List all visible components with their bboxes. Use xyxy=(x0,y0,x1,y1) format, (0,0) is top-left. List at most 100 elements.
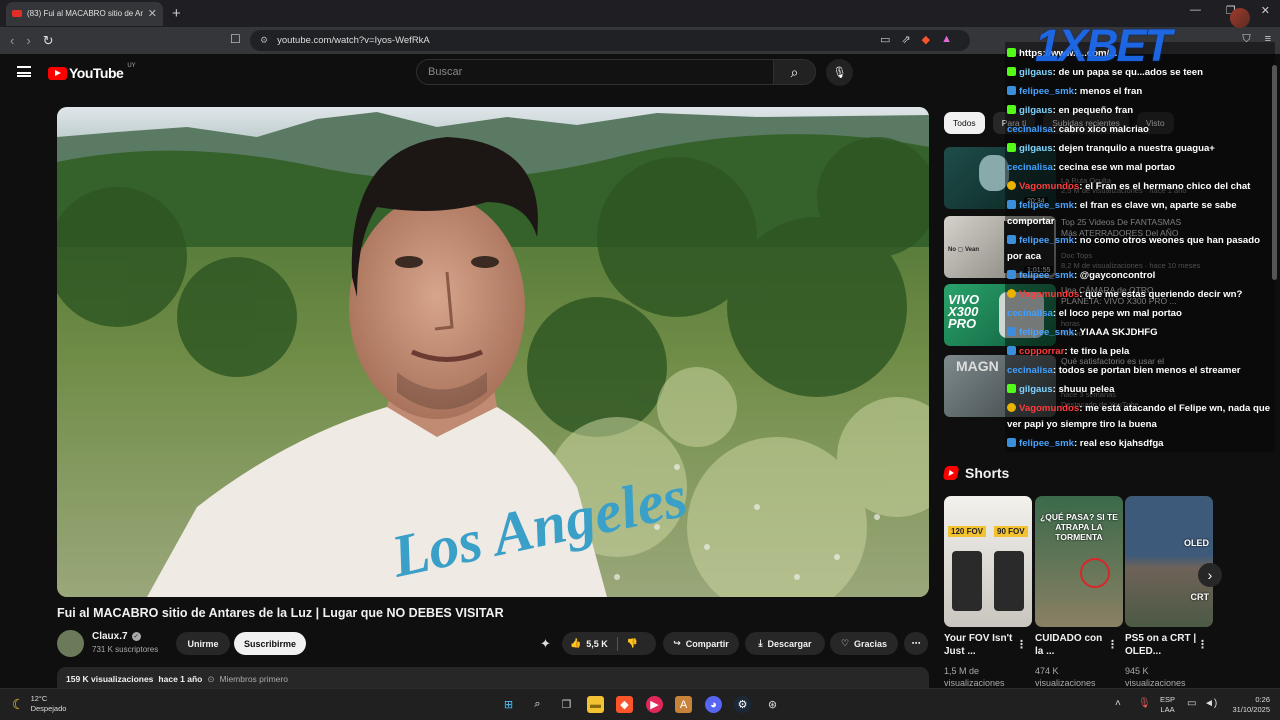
chat-message: gilgaus: shuuu pelea xyxy=(1007,382,1275,398)
subscriber-count: 731 K suscriptores xyxy=(92,645,159,654)
back-icon[interactable]: ‹ xyxy=(10,33,14,49)
more-options-icon[interactable]: ⋮ xyxy=(1197,638,1208,651)
chat-text: : el loco pepe wn mal portao xyxy=(1052,308,1182,319)
shorts-title: Shorts xyxy=(965,465,1010,481)
short-thumbnail[interactable]: OLED CRT xyxy=(1125,496,1213,627)
short-title[interactable]: Your FOV Isn't Just ... xyxy=(944,632,1019,658)
shorts-next-button[interactable]: › xyxy=(1198,563,1222,587)
forward-icon[interactable]: › xyxy=(26,33,30,49)
weather-widget[interactable]: ☾ 12°C Despejado xyxy=(12,694,66,714)
extensions: ▭ ⇗ ◆ ▲ xyxy=(880,33,952,46)
user-avatar[interactable] xyxy=(1230,8,1250,28)
share-button[interactable]: ↪ Compartir xyxy=(663,632,739,655)
twitch-platform-icon xyxy=(1007,327,1016,336)
ai-ask-icon[interactable]: ✦ xyxy=(540,636,551,652)
reload-icon[interactable]: ↻ xyxy=(43,33,54,49)
divider xyxy=(616,636,618,651)
dislike-icon[interactable]: 👎 xyxy=(627,638,638,649)
chat-username: gilgaus xyxy=(1019,384,1053,395)
cast-icon[interactable]: ▭ xyxy=(880,33,890,46)
site-info-icon[interactable]: ⚙ xyxy=(260,35,268,46)
chip-todos[interactable]: Todos xyxy=(944,112,985,134)
chat-username: felipee_smk xyxy=(1019,200,1074,211)
subscribe-button[interactable]: Suscribirme xyxy=(234,632,306,655)
share-label: Compartir xyxy=(685,638,729,649)
search-icon[interactable]: ⌕ xyxy=(529,696,546,713)
search-input[interactable]: Buscar xyxy=(416,59,774,85)
chat-message: felipee_smk: @gayconcontrol xyxy=(1007,268,1275,284)
brave-browser-icon[interactable]: ◆ xyxy=(616,696,633,713)
short-thumbnail[interactable]: 120 FOV 90 FOV xyxy=(944,496,1032,627)
browser-tab[interactable]: (83) Fui al MACABRO sitio de An ✕ xyxy=(6,1,163,26)
weather-text: Despejado xyxy=(30,704,67,713)
chat-message: felipee_smk: menos el fran xyxy=(1007,84,1275,100)
more-actions-button[interactable]: ⋯ xyxy=(904,632,928,655)
shorts-icon xyxy=(942,466,960,480)
menu-hamburger-icon[interactable] xyxy=(17,66,31,77)
kick-platform-icon xyxy=(1007,143,1016,152)
volume-icon[interactable]: ◄) xyxy=(1204,698,1217,709)
chat-message: cecinalisa: cecina ese wn mal portao xyxy=(1007,160,1275,176)
thumb-label: MAGN xyxy=(956,358,999,374)
task-view-icon[interactable]: ❐ xyxy=(558,696,575,713)
youtube-favicon-icon xyxy=(12,10,22,17)
download-button[interactable]: ⤓ Descargar xyxy=(745,632,825,655)
chat-username: cecinalisa xyxy=(1007,124,1053,135)
clock[interactable]: 0:26 31/10/2025 xyxy=(1226,695,1270,715)
file-explorer-icon[interactable]: ▬ xyxy=(587,696,604,713)
chat-message: gilgaus: en pequeño fran xyxy=(1007,103,1275,119)
short-views-count: 474 K xyxy=(1035,666,1059,676)
voice-search-button[interactable]: 🎙 xyxy=(826,59,853,86)
media-player-icon[interactable]: ▶ xyxy=(646,696,663,713)
join-button[interactable]: Unirme xyxy=(176,632,230,655)
download-label: Descargar xyxy=(767,638,812,649)
chat-username: gilgaus xyxy=(1019,105,1053,116)
brave-shield-icon[interactable]: ◆ xyxy=(922,33,930,46)
more-options-icon[interactable]: ⋮ xyxy=(1016,638,1027,651)
short-title[interactable]: PS5 on a CRT | OLED... xyxy=(1125,632,1200,658)
tray-chevron-icon[interactable]: ˄ xyxy=(1115,698,1121,709)
thanks-button[interactable]: ♡ Gracias xyxy=(830,632,898,655)
discord-icon[interactable]: ◕ xyxy=(705,696,722,713)
short-views-count: 1,5 M de xyxy=(944,666,980,676)
video-frame: Los Angeles xyxy=(57,107,929,597)
start-icon[interactable]: ⊞ xyxy=(500,696,517,713)
short-title[interactable]: CUIDADO con la ... xyxy=(1035,632,1110,658)
network-icon[interactable]: ▭ xyxy=(1187,698,1196,709)
kick-platform-icon xyxy=(1007,48,1016,57)
chat-username: copporrar xyxy=(1019,346,1065,357)
channel-name[interactable]: Claux.7 ✓ xyxy=(92,631,141,642)
chat-username: cecinalisa xyxy=(1007,365,1053,376)
close-window-icon[interactable]: ✕ xyxy=(1261,4,1270,17)
app-a-icon[interactable]: A xyxy=(675,696,692,713)
more-options-icon[interactable]: ⋮ xyxy=(1107,638,1118,651)
youtube-play-icon xyxy=(48,66,67,80)
chat-message: Vagomundos: el Fran es el hermano chico … xyxy=(1007,179,1275,195)
language-indicator[interactable]: ESP LAA xyxy=(1160,695,1175,715)
moon-icon: ☾ xyxy=(12,695,25,712)
new-tab-button[interactable]: + xyxy=(172,5,181,22)
search-button[interactable]: ⌕ xyxy=(773,59,816,85)
sidebar-scrollbar[interactable] xyxy=(1272,65,1277,280)
kick-platform-icon xyxy=(1007,67,1016,76)
share-icon[interactable]: ⇗ xyxy=(901,33,910,46)
short-views: 945 Kvisualizaciones xyxy=(1125,665,1186,689)
short-views: 474 Kvisualizaciones xyxy=(1035,665,1096,689)
rewards-icon[interactable]: ▲ xyxy=(941,33,952,46)
video-player[interactable]: Los Angeles xyxy=(57,107,929,597)
short-thumbnail[interactable]: ¿QUÉ PASA? SI TE ATRAPA LA TORMENTA xyxy=(1035,496,1123,627)
chat-text: : @gayconcontrol xyxy=(1073,270,1156,281)
like-icon[interactable]: 👍 xyxy=(570,638,581,649)
like-count[interactable]: 5,5 K xyxy=(586,639,608,649)
microphone-tray-icon[interactable]: 🎙 xyxy=(1138,698,1151,709)
address-bar[interactable]: ⚙ youtube.com/watch?v=Iyos-WefRkA xyxy=(250,30,970,51)
app-network-icon[interactable]: ⊛ xyxy=(764,696,781,713)
minimize-icon[interactable]: — xyxy=(1190,4,1201,17)
chat-message: felipee_smk: el fran es clave wn, aparte… xyxy=(1007,198,1275,230)
bookmark-icon[interactable]: ☐ xyxy=(230,32,241,46)
thumb-label: No ▢ Vean xyxy=(948,247,980,253)
steam-icon[interactable]: ⚙ xyxy=(734,696,751,713)
channel-avatar[interactable] xyxy=(57,630,84,657)
youtube-logo[interactable]: YouTube UY xyxy=(48,63,136,81)
close-tab-icon[interactable]: ✕ xyxy=(148,7,157,20)
